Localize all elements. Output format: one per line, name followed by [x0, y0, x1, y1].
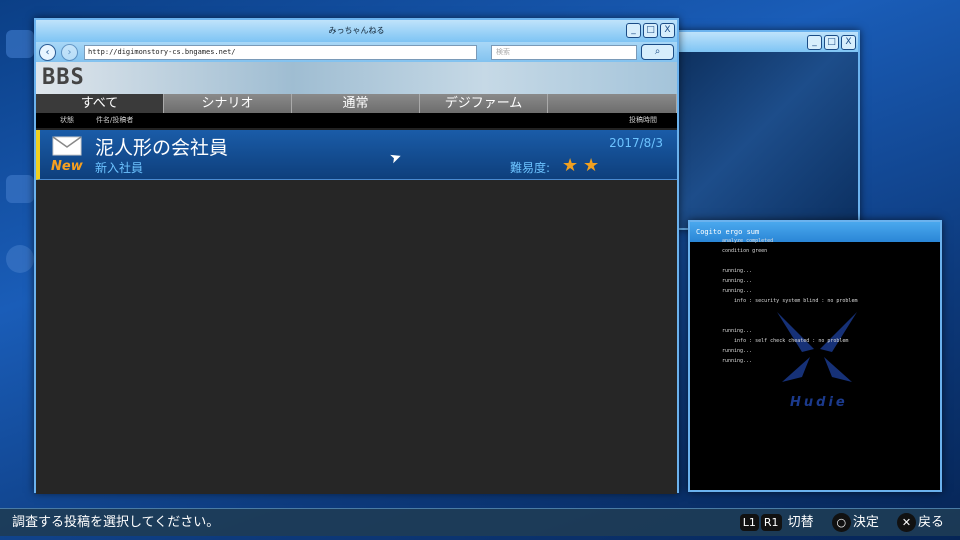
close-button[interactable]: X [841, 35, 856, 50]
maximize-button[interactable]: □ [643, 23, 658, 38]
prompt-text: 調査する投稿を選択してください。 [12, 515, 220, 530]
new-badge: New [51, 159, 83, 174]
minimize-button[interactable]: _ [626, 23, 641, 38]
footer-bar: 調査する投稿を選択してください。 L1 R1 切替 ○ 決定 ✕ 戻る [0, 508, 960, 536]
tab-normal[interactable]: 通常 [292, 94, 420, 113]
window-titlebar: みっちゃんねる _ □ X [36, 20, 677, 42]
post-row[interactable]: New 泥人形の会社員 新入社員 2017/8/3 難易度: ★ ★ ➤ [36, 130, 677, 180]
search-button[interactable]: ⌕ [641, 44, 674, 60]
post-title: 泥人形の会社員 [95, 137, 229, 159]
url-bar[interactable]: http://digimonstory-cs.bngames.net/ [84, 45, 477, 60]
l1-button-icon: L1 [739, 514, 759, 531]
close-button[interactable]: X [660, 23, 675, 38]
star-icon: ★ [583, 155, 600, 176]
switch-label[interactable]: 切替 [788, 515, 814, 530]
col-time: 投稿時間 [629, 116, 657, 124]
tab-empty [548, 94, 677, 113]
col-subject: 件名/投稿者 [96, 116, 134, 124]
cross-button-icon: ✕ [896, 513, 916, 532]
back-button[interactable]: ‹ [39, 44, 56, 61]
watermark-text: Hudie [790, 395, 848, 410]
column-header: 状態 件名/投稿者 投稿時間 [36, 113, 677, 128]
cursor-icon: ➤ [387, 148, 405, 168]
circle-button-icon: ○ [831, 513, 851, 532]
category-tabs: すべて シナリオ 通常 デジファーム [36, 94, 677, 113]
post-date: 2017/8/3 [609, 136, 663, 150]
browser-window: みっちゃんねる _ □ X ‹ › http://digimonstory-cs.b… [34, 18, 679, 494]
post-author: 新入社員 [95, 161, 144, 175]
mail-icon [52, 136, 82, 156]
desktop-icon[interactable] [6, 175, 34, 203]
back-label[interactable]: 戻る [918, 515, 944, 530]
background-window[interactable]: _ □ X [660, 30, 860, 230]
search-input[interactable]: 検索 [491, 45, 637, 60]
console-output: analyze completed condition green runnin… [722, 238, 858, 364]
window-title: みっちゃんねる [328, 26, 385, 35]
difficulty-label: 難易度: [510, 161, 551, 175]
tab-scenario[interactable]: シナリオ [164, 94, 292, 113]
r1-button-icon: R1 [760, 514, 782, 531]
tab-all[interactable]: すべて [36, 94, 164, 113]
bbs-logo: BBS [42, 65, 85, 90]
star-icon: ★ [562, 155, 579, 176]
desktop-icon[interactable] [6, 245, 34, 273]
bbs-banner: BBS [36, 62, 677, 94]
forward-button[interactable]: › [61, 44, 78, 61]
confirm-label[interactable]: 決定 [853, 515, 879, 530]
minimize-button[interactable]: _ [807, 35, 822, 50]
col-status: 状態 [60, 116, 74, 124]
search-icon: ⌕ [654, 46, 661, 57]
console-window: Cogito ergo sum Hudie analyze completed … [688, 220, 942, 492]
maximize-button[interactable]: □ [824, 35, 839, 50]
tab-digifarm[interactable]: デジファーム [420, 94, 548, 113]
desktop-icon[interactable] [6, 30, 34, 58]
